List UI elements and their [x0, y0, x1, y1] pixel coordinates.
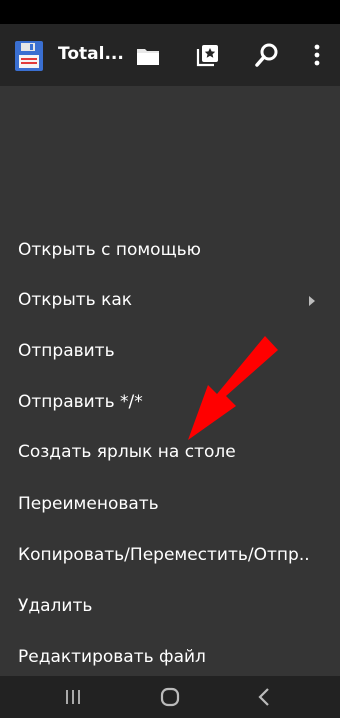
menu-item-rename[interactable]: Переименовать — [0, 480, 340, 530]
menu-item-label: Переименовать — [18, 494, 159, 514]
navigation-bar — [0, 676, 340, 718]
folder-icon[interactable] — [133, 40, 163, 70]
bookmarks-icon[interactable] — [193, 40, 223, 70]
chevron-right-icon — [309, 296, 315, 306]
menu-item-label: Отправить — [18, 341, 115, 361]
app-bar: Total... — [0, 24, 340, 86]
app-title[interactable]: Total... — [58, 44, 124, 64]
search-icon[interactable] — [252, 40, 282, 70]
back-icon[interactable] — [250, 684, 280, 710]
recent-apps-icon[interactable] — [58, 684, 88, 710]
menu-item-label: Удалить — [18, 596, 93, 616]
menu-item-label: Открыть как — [18, 290, 133, 310]
menu-item-copy-move[interactable]: Копировать/Переместить/Отпр.. — [0, 531, 340, 581]
menu-item-edit-file[interactable]: Редактировать файл — [0, 633, 340, 676]
home-icon[interactable] — [155, 684, 185, 710]
status-bar — [0, 0, 340, 24]
floppy-disk-icon[interactable] — [14, 40, 44, 72]
menu-item-open-as[interactable]: Открыть как — [0, 276, 340, 326]
menu-item-open-with[interactable]: Открыть с помощью — [0, 226, 340, 276]
menu-item-label: Отправить */* — [18, 392, 143, 412]
red-arrow-annotation — [188, 336, 278, 440]
menu-item-label: Создать ярлык на столе — [18, 442, 236, 462]
menu-item-label: Редактировать файл — [18, 647, 206, 667]
more-vertical-icon[interactable] — [302, 40, 332, 70]
menu-item-delete[interactable]: Удалить — [0, 582, 340, 632]
menu-item-label: Открыть с помощью — [18, 240, 201, 260]
menu-item-label: Копировать/Переместить/Отпр.. — [18, 545, 310, 565]
